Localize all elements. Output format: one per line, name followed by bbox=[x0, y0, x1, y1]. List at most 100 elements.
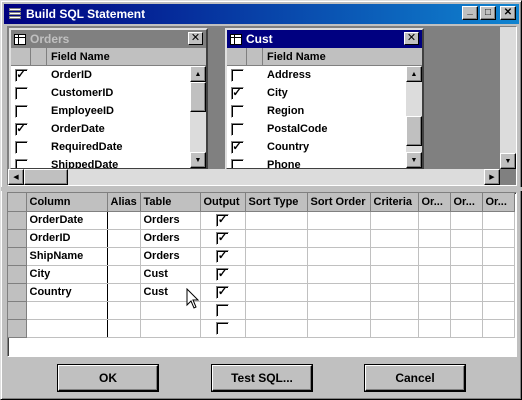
grid-col-header[interactable]: Sort Type bbox=[245, 193, 308, 212]
row-selector[interactable] bbox=[8, 283, 27, 302]
sort-type-cell[interactable] bbox=[245, 229, 308, 248]
output-checkbox[interactable] bbox=[216, 321, 229, 335]
field-checkbox[interactable]: ✓ bbox=[14, 68, 28, 82]
grid-row[interactable] bbox=[8, 319, 515, 338]
sort-order-cell[interactable] bbox=[307, 247, 371, 266]
scroll-thumb[interactable] bbox=[406, 116, 422, 146]
table-box-title[interactable]: Orders ✕ bbox=[11, 30, 206, 48]
ok-button[interactable]: OK bbox=[58, 365, 158, 391]
or-cell[interactable] bbox=[482, 265, 515, 284]
grid-col-header[interactable]: Column bbox=[26, 193, 108, 212]
diagram-vertical-scrollbar[interactable]: ▼ bbox=[500, 27, 516, 169]
field-row[interactable]: Address bbox=[227, 66, 422, 84]
or-cell[interactable] bbox=[450, 319, 483, 338]
scroll-down-icon[interactable]: ▼ bbox=[190, 152, 206, 168]
scroll-up-icon[interactable]: ▲ bbox=[190, 66, 206, 82]
field-checkbox[interactable] bbox=[230, 122, 244, 136]
title-bar[interactable]: Build SQL Statement _ □ ✕ bbox=[4, 4, 519, 24]
alias-cell[interactable] bbox=[107, 283, 141, 302]
alias-cell[interactable] bbox=[107, 229, 141, 248]
sort-type-cell[interactable] bbox=[245, 211, 308, 230]
or-cell[interactable] bbox=[450, 211, 483, 230]
sort-order-cell[interactable] bbox=[307, 301, 371, 320]
field-checkbox[interactable]: ✓ bbox=[230, 140, 244, 154]
field-list-scrollbar[interactable]: ▲ ▼ bbox=[406, 66, 422, 168]
row-selector[interactable] bbox=[8, 211, 27, 230]
or-cell[interactable] bbox=[418, 301, 451, 320]
sort-order-cell[interactable] bbox=[307, 229, 371, 248]
table-box-title[interactable]: Cust ✕ bbox=[227, 30, 422, 48]
or-cell[interactable] bbox=[450, 265, 483, 284]
column-cell[interactable]: City bbox=[26, 265, 108, 284]
grid-row[interactable]: OrderID Orders ✓ bbox=[8, 229, 515, 248]
or-cell[interactable] bbox=[450, 283, 483, 302]
criteria-cell[interactable] bbox=[370, 319, 419, 338]
or-cell[interactable] bbox=[482, 229, 515, 248]
field-checkbox[interactable]: ✓ bbox=[230, 86, 244, 100]
minimize-button[interactable]: _ bbox=[462, 6, 478, 20]
grid-col-header[interactable]: Criteria bbox=[370, 193, 419, 212]
sort-type-cell[interactable] bbox=[245, 301, 308, 320]
field-row[interactable]: Phone bbox=[227, 156, 422, 168]
scroll-right-icon[interactable]: ▶ bbox=[484, 169, 500, 185]
criteria-cell[interactable] bbox=[370, 265, 419, 284]
criteria-cell[interactable] bbox=[370, 301, 419, 320]
sort-type-cell[interactable] bbox=[245, 283, 308, 302]
sort-type-cell[interactable] bbox=[245, 319, 308, 338]
field-row[interactable]: ShippedDate bbox=[11, 156, 206, 168]
row-selector[interactable] bbox=[8, 229, 27, 248]
sort-order-cell[interactable] bbox=[307, 319, 371, 338]
alias-cell[interactable] bbox=[107, 247, 141, 266]
grid-row[interactable]: OrderDate Orders ✓ bbox=[8, 211, 515, 230]
criteria-cell[interactable] bbox=[370, 229, 419, 248]
output-checkbox[interactable]: ✓ bbox=[216, 249, 229, 263]
or-cell[interactable] bbox=[482, 301, 515, 320]
maximize-button[interactable]: □ bbox=[480, 6, 496, 20]
sort-type-cell[interactable] bbox=[245, 265, 308, 284]
field-checkbox[interactable] bbox=[230, 68, 244, 82]
criteria-cell[interactable] bbox=[370, 247, 419, 266]
row-selector[interactable] bbox=[8, 301, 27, 320]
field-checkbox[interactable] bbox=[14, 140, 28, 154]
column-cell[interactable] bbox=[26, 301, 108, 320]
grid-col-header[interactable]: Or... bbox=[450, 193, 483, 212]
or-cell[interactable] bbox=[482, 319, 515, 338]
alias-cell[interactable] bbox=[107, 211, 141, 230]
field-row[interactable]: CustomerID bbox=[11, 84, 206, 102]
field-row[interactable]: ✓ OrderID bbox=[11, 66, 206, 84]
grid-col-header[interactable]: Table bbox=[140, 193, 201, 212]
grid-row[interactable]: Country Cust ✓ bbox=[8, 283, 515, 302]
row-selector[interactable] bbox=[8, 247, 27, 266]
sort-type-cell[interactable] bbox=[245, 247, 308, 266]
close-button[interactable]: ✕ bbox=[500, 6, 516, 20]
grid-col-header[interactable]: Sort Order bbox=[307, 193, 371, 212]
output-checkbox[interactable]: ✓ bbox=[216, 213, 229, 227]
row-selector[interactable] bbox=[8, 319, 27, 338]
column-cell[interactable]: OrderDate bbox=[26, 211, 108, 230]
field-row[interactable]: PostalCode bbox=[227, 120, 422, 138]
field-row[interactable]: RequiredDate bbox=[11, 138, 206, 156]
output-checkbox[interactable]: ✓ bbox=[216, 231, 229, 245]
or-cell[interactable] bbox=[482, 283, 515, 302]
test-sql-button[interactable]: Test SQL... bbox=[212, 365, 312, 391]
or-cell[interactable] bbox=[418, 211, 451, 230]
table-box-cust[interactable]: Cust ✕ Field Name Address ✓ City Region P… bbox=[225, 28, 424, 170]
column-cell[interactable]: Country bbox=[26, 283, 108, 302]
close-table-button[interactable]: ✕ bbox=[404, 32, 419, 45]
or-cell[interactable] bbox=[450, 247, 483, 266]
grid-col-header[interactable]: Alias bbox=[107, 193, 141, 212]
field-list-scrollbar[interactable]: ▲ ▼ bbox=[190, 66, 206, 168]
table-cell[interactable]: Cust bbox=[140, 265, 201, 284]
criteria-cell[interactable] bbox=[370, 211, 419, 230]
scroll-thumb[interactable] bbox=[190, 82, 206, 112]
alias-cell[interactable] bbox=[107, 301, 141, 320]
field-checkbox[interactable] bbox=[14, 86, 28, 100]
or-cell[interactable] bbox=[482, 247, 515, 266]
grid-row[interactable] bbox=[8, 301, 515, 320]
sort-order-cell[interactable] bbox=[307, 265, 371, 284]
scroll-down-icon[interactable]: ▼ bbox=[406, 152, 422, 168]
cancel-button[interactable]: Cancel bbox=[365, 365, 465, 391]
or-cell[interactable] bbox=[418, 319, 451, 338]
field-row[interactable]: ✓ City bbox=[227, 84, 422, 102]
column-cell[interactable]: OrderID bbox=[26, 229, 108, 248]
